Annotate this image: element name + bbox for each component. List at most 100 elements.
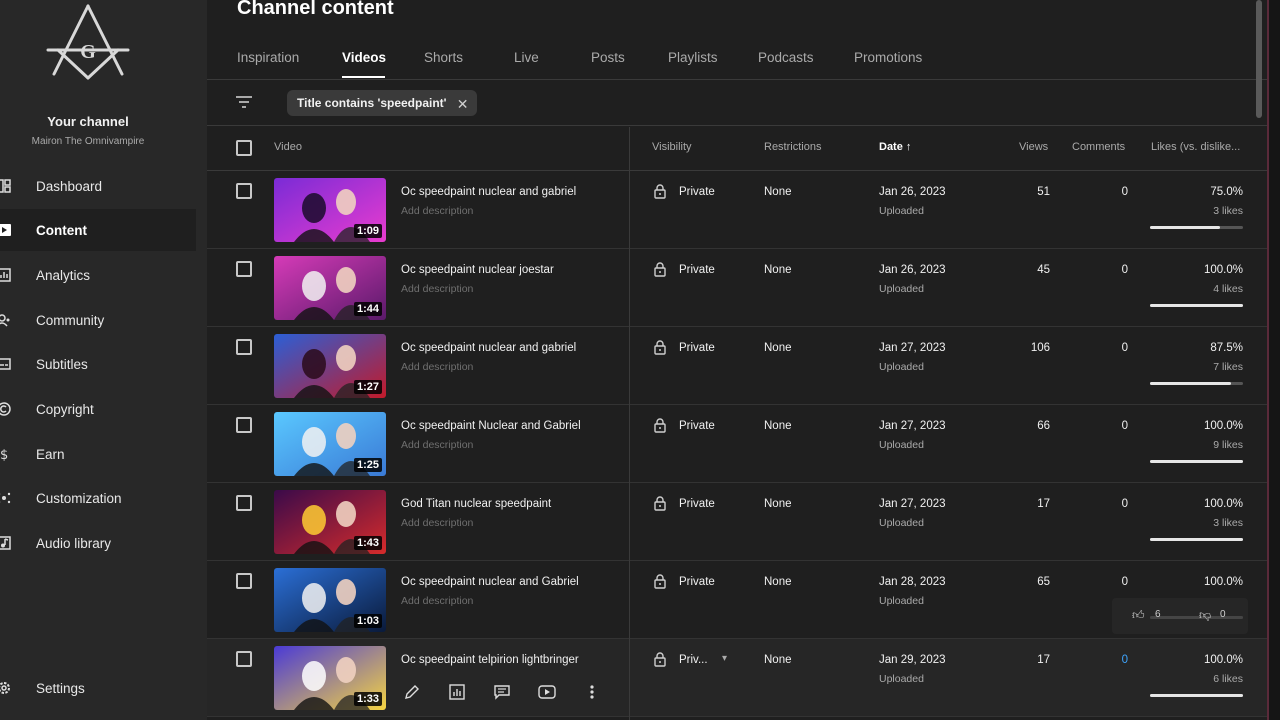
row-checkbox[interactable] — [236, 339, 252, 355]
tab-posts[interactable]: Posts — [591, 50, 625, 65]
sidebar-item-community[interactable]: Community — [0, 299, 196, 341]
sidebar-item-copyright[interactable]: Copyright — [0, 388, 196, 430]
row-checkbox[interactable] — [236, 495, 252, 511]
video-description[interactable]: Add description — [401, 517, 473, 529]
upload-date: Jan 28, 2023 — [879, 576, 946, 588]
table-row[interactable]: 1:43 God Titan nuclear speedpaint Add de… — [207, 483, 1267, 561]
table-row[interactable]: 1:44 Oc speedpaint nuclear joestar Add d… — [207, 249, 1267, 327]
analytics-icon[interactable] — [446, 681, 468, 703]
gear-icon — [0, 680, 12, 696]
video-thumbnail[interactable]: 1:27 — [274, 334, 386, 398]
comment-count[interactable]: 0 — [1122, 342, 1128, 354]
comments-icon[interactable] — [491, 681, 513, 703]
sidebar-item-customization[interactable]: Customization — [0, 477, 196, 519]
view-count: 17 — [1037, 498, 1050, 510]
select-all-checkbox[interactable] — [236, 140, 252, 156]
video-title[interactable]: Oc speedpaint Nuclear and Gabriel — [401, 420, 581, 432]
sidebar-item-settings[interactable]: Settings — [0, 667, 196, 709]
chevron-down-icon[interactable]: ▾ — [722, 653, 727, 664]
scrollbar[interactable] — [1256, 0, 1262, 118]
video-title[interactable]: God Titan nuclear speedpaint — [401, 498, 551, 510]
visibility-status[interactable]: Private — [679, 576, 715, 588]
tab-podcasts[interactable]: Podcasts — [758, 50, 814, 65]
comment-count[interactable]: 0 — [1122, 186, 1128, 198]
tab-inspiration[interactable]: Inspiration — [237, 50, 299, 65]
visibility-status[interactable]: Private — [679, 264, 715, 276]
sidebar-item-earn[interactable]: $ Earn — [0, 433, 196, 475]
sidebar-item-label: Earn — [36, 446, 65, 462]
table-row[interactable]: 1:03 Oc speedpaint nuclear and Gabriel A… — [207, 561, 1267, 639]
column-views[interactable]: Views — [1019, 141, 1048, 153]
table-row[interactable]: 1:33 Oc speedpaint telpirion lightbringe… — [207, 639, 1267, 717]
tab-live[interactable]: Live — [514, 50, 539, 65]
video-title[interactable]: Oc speedpaint nuclear and gabriel — [401, 342, 576, 354]
youtube-play-icon[interactable] — [536, 681, 558, 703]
tab-videos[interactable]: Videos — [342, 50, 386, 65]
view-count: 17 — [1037, 654, 1050, 666]
video-description[interactable]: Add description — [401, 439, 473, 451]
tab-shorts[interactable]: Shorts — [424, 50, 463, 65]
video-description[interactable]: Add description — [401, 361, 473, 373]
video-title[interactable]: Oc speedpaint telpirion lightbringer — [401, 654, 579, 666]
lock-icon — [653, 418, 667, 438]
video-thumbnail[interactable]: 1:43 — [274, 490, 386, 554]
more-options-icon[interactable] — [581, 681, 603, 703]
comment-count[interactable]: 0 — [1122, 654, 1128, 666]
video-thumbnail[interactable]: 1:44 — [274, 256, 386, 320]
row-checkbox[interactable] — [236, 417, 252, 433]
video-thumbnail[interactable]: 1:25 — [274, 412, 386, 476]
visibility-status[interactable]: Priv... — [679, 654, 708, 666]
likes-percentage: 87.5% — [1210, 342, 1243, 354]
analytics-icon — [0, 267, 12, 283]
table-row[interactable]: 1:09 Oc speedpaint nuclear and gabriel A… — [207, 171, 1267, 249]
visibility-status[interactable]: Private — [679, 342, 715, 354]
video-duration: 1:33 — [353, 692, 382, 706]
video-title[interactable]: Oc speedpaint nuclear and gabriel — [401, 186, 576, 198]
column-likes[interactable]: Likes (vs. dislike... — [1151, 141, 1240, 153]
video-thumbnail[interactable]: 1:09 — [274, 178, 386, 242]
row-checkbox[interactable] — [236, 183, 252, 199]
sidebar-item-subtitles[interactable]: Subtitles — [0, 343, 196, 385]
visibility-status[interactable]: Private — [679, 420, 715, 432]
sidebar-item-label: Content — [36, 222, 87, 238]
sidebar-item-label: Subtitles — [36, 356, 88, 372]
sidebar-item-content[interactable]: Content — [0, 209, 196, 251]
video-description[interactable]: Add description — [401, 283, 473, 295]
likes-tooltip: 👍︎ 6 👎︎ 0 — [1112, 598, 1248, 634]
table-row[interactable]: 1:25 Oc speedpaint Nuclear and Gabriel A… — [207, 405, 1267, 483]
video-title[interactable]: Oc speedpaint nuclear and Gabriel — [401, 576, 579, 588]
sidebar-item-audio-library[interactable]: Audio library — [0, 522, 196, 564]
filter-chip[interactable]: Title contains 'speedpaint' ✕ — [287, 90, 477, 116]
column-video: Video — [274, 141, 302, 153]
row-checkbox[interactable] — [236, 261, 252, 277]
column-comments[interactable]: Comments — [1072, 141, 1125, 153]
video-description[interactable]: Add description — [401, 595, 473, 607]
visibility-status[interactable]: Private — [679, 498, 715, 510]
comment-count[interactable]: 0 — [1122, 420, 1128, 432]
likes-ratio-bar — [1150, 382, 1243, 385]
close-icon[interactable]: ✕ — [457, 96, 469, 113]
table-row[interactable]: 1:27 Oc speedpaint nuclear and gabriel A… — [207, 327, 1267, 405]
comment-count[interactable]: 0 — [1122, 576, 1128, 588]
video-thumbnail[interactable]: 1:03 — [274, 568, 386, 632]
video-description[interactable]: Add description — [401, 205, 473, 217]
sidebar-item-label: Dashboard — [36, 178, 103, 194]
filter-icon[interactable] — [235, 95, 253, 114]
video-thumbnail[interactable]: 1:33 — [274, 646, 386, 710]
comment-count[interactable]: 0 — [1122, 498, 1128, 510]
sidebar-item-dashboard[interactable]: Dashboard — [0, 165, 196, 207]
edit-pencil-icon[interactable] — [401, 681, 423, 703]
visibility-status[interactable]: Private — [679, 186, 715, 198]
sidebar-item-analytics[interactable]: Analytics — [0, 254, 196, 296]
channel-avatar[interactable]: G — [42, 2, 134, 88]
column-date[interactable]: Date ↑ — [879, 141, 911, 153]
row-checkbox[interactable] — [236, 651, 252, 667]
tooltip-dislikes: 0 — [1220, 609, 1226, 620]
sidebar-item-label: Audio library — [36, 535, 112, 551]
comment-count[interactable]: 0 — [1122, 264, 1128, 276]
row-checkbox[interactable] — [236, 573, 252, 589]
tab-playlists[interactable]: Playlists — [668, 50, 718, 65]
video-title[interactable]: Oc speedpaint nuclear joestar — [401, 264, 554, 276]
restrictions-value: None — [764, 654, 792, 666]
tab-promotions[interactable]: Promotions — [854, 50, 922, 65]
